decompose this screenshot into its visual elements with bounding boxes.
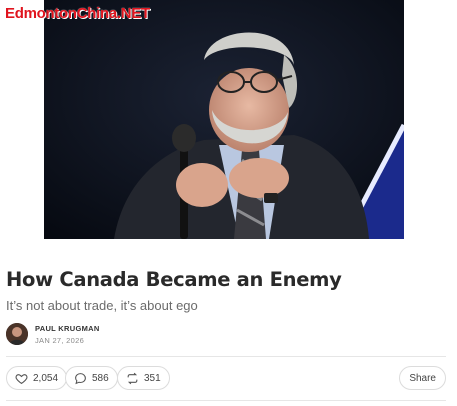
author-avatar[interactable] (6, 323, 28, 345)
byline: PAUL KRUGMAN JAN 27, 2026 (6, 322, 446, 348)
share-button[interactable]: Share (399, 366, 446, 390)
divider-bottom (6, 400, 446, 401)
restack-count: 351 (144, 372, 161, 384)
restack-icon (127, 372, 138, 384)
site-watermark: EdmontonChina.NET (5, 5, 150, 22)
comment-count: 586 (92, 372, 109, 384)
publish-date: JAN 27, 2026 (35, 336, 85, 345)
divider-top (6, 356, 446, 357)
comment-icon (75, 372, 86, 384)
hero-image (44, 0, 404, 239)
like-button[interactable]: 2,054 (6, 366, 68, 390)
author-name[interactable]: PAUL KRUGMAN (35, 324, 100, 333)
article-subtitle: It’s not about trade, it’s about ego (6, 298, 198, 313)
share-label: Share (409, 372, 436, 384)
restack-button[interactable]: 351 (117, 366, 170, 390)
heart-icon (15, 373, 28, 384)
article-title: How Canada Became an Enemy (6, 268, 342, 291)
comment-button[interactable]: 586 (65, 366, 118, 390)
action-bar: 2,054 586 351 Share (6, 366, 446, 390)
like-count: 2,054 (33, 372, 59, 384)
